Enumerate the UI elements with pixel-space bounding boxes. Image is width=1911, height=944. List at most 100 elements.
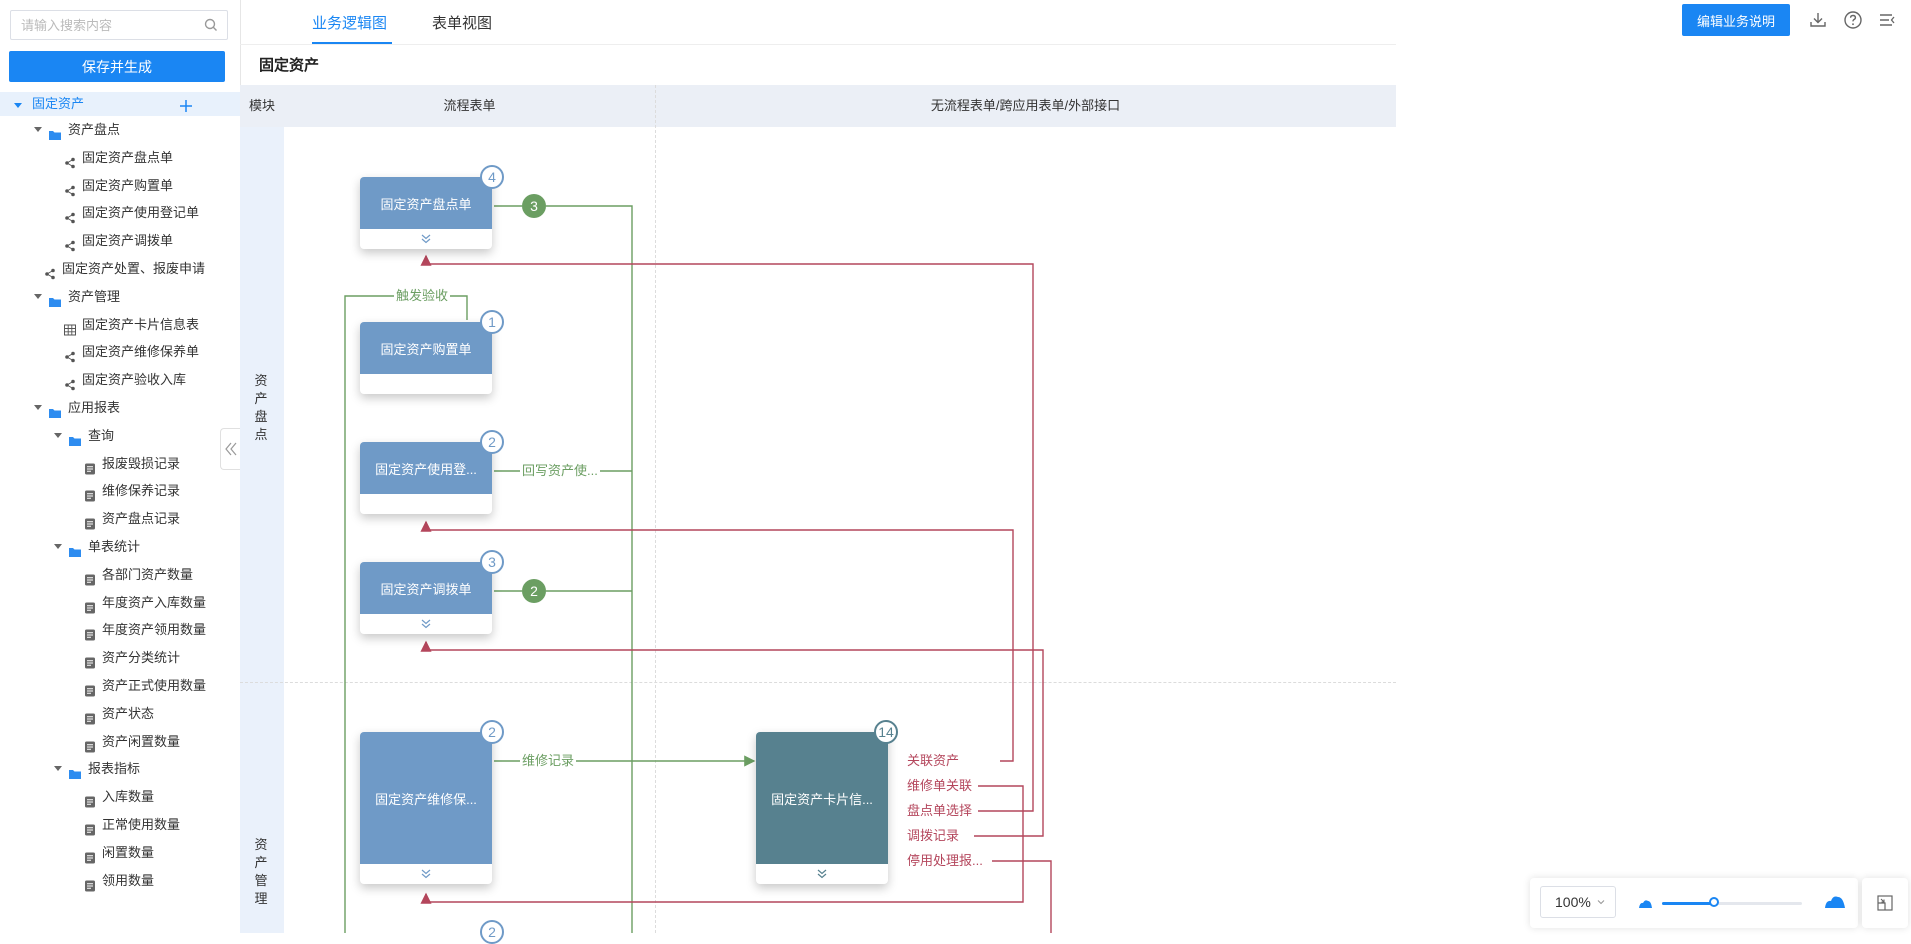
collapse-sidebar-button[interactable] [220,428,241,470]
tree-item[interactable]: 固定资产盘点单 [0,144,240,172]
zoom-slider[interactable] [1662,897,1802,907]
card-transfer-form[interactable]: 固定资产调拨单 [360,562,492,634]
tree-item[interactable]: 资产正式使用数量 [0,672,240,700]
zoom-control: 100% [1530,878,1858,928]
caret-down-icon[interactable] [54,543,62,549]
card-badge: 2 [480,920,504,944]
expand-chevron-icon[interactable] [816,868,828,880]
panel-menu-icon[interactable] [1877,10,1897,30]
search-box[interactable] [10,10,228,40]
tree-item[interactable]: 固定资产验收入库 [0,366,240,394]
lane-label-management: 资产管理 [254,837,268,906]
expand-chevron-icon[interactable] [420,233,432,245]
card-badge: 4 [480,165,504,189]
zoom-out-icon[interactable] [1638,896,1654,910]
tree-item[interactable]: 固定资产购置单 [0,172,240,200]
caret-down-icon[interactable] [14,103,22,108]
minimap-toggle[interactable] [1862,878,1908,928]
column-header-other-forms: 无流程表单/跨应用表单/外部接口 [655,85,1396,127]
tab-logic-diagram[interactable]: 业务逻辑图 [312,12,387,33]
tree-item[interactable]: 报废毁损记录 [0,450,240,478]
tree-item[interactable]: 各部门资产数量 [0,561,240,589]
tree-item-label: 资产状态 [102,705,155,721]
save-generate-button[interactable]: 保存并生成 [9,51,225,82]
tree-item-label: 固定资产卡片信息表 [82,316,200,332]
tab-form-view[interactable]: 表单视图 [432,12,492,33]
tree-item-label: 资产盘点记录 [102,511,181,527]
tree-item[interactable]: 应用报表 [0,394,240,422]
trigger-label-acceptance[interactable]: 触发验收 [394,288,451,304]
relation-label[interactable]: 调拨记录 [905,828,962,844]
tree-item[interactable]: 维修保养记录 [0,477,240,505]
tree-item-label: 查询 [88,427,115,443]
tree-item[interactable]: 资产管理 [0,283,240,311]
add-icon[interactable] [178,98,194,114]
tree-item[interactable]: 资产闲置数量 [0,728,240,756]
tree-item[interactable]: 固定资产使用登记单 [0,199,240,227]
tree-item[interactable]: 查询 [0,422,240,450]
tree-item[interactable]: 年度资产入库数量 [0,589,240,617]
tree-item[interactable]: 固定资产调拨单 [0,227,240,255]
tree-item[interactable]: 固定资产维修保养单 [0,338,240,366]
double-chevron-left-icon [225,442,237,456]
help-icon[interactable] [1843,10,1863,30]
tree-item[interactable]: 入库数量 [0,783,240,811]
tree-item[interactable]: 固定资产卡片信息表 [0,311,240,339]
caret-down-icon[interactable] [34,293,42,299]
download-icon[interactable] [1808,10,1828,30]
lane-label-column [240,127,284,933]
tree-item[interactable]: 固定资产处置、报废申请 [0,255,240,283]
tree-item-label: 报废毁损记录 [102,455,181,471]
expand-chevron-icon[interactable] [420,618,432,630]
relation-label[interactable]: 维修单关联 [905,778,975,794]
tree-item-label: 单表统计 [88,538,141,554]
page-title: 固定资产 [259,57,320,74]
caret-down-icon[interactable] [34,127,42,132]
expand-chevron-icon[interactable] [420,868,432,880]
tree-item[interactable]: 闲置数量 [0,839,240,867]
card-usage-register-form[interactable]: 固定资产使用登... [360,442,492,514]
trigger-count-badge: 2 [522,579,546,603]
tree-item-label: 闲置数量 [102,844,155,860]
card-maintenance-form[interactable]: 固定资产维修保... [360,732,492,884]
tree-item[interactable]: 单表统计 [0,533,240,561]
tree-item[interactable]: 正常使用数量 [0,811,240,839]
tree-item-label: 固定资产盘点单 [82,149,174,165]
tree-item[interactable]: 领用数量 [0,867,240,895]
relation-label[interactable]: 停用处理报... [905,853,985,869]
caret-down-icon[interactable] [54,432,62,438]
search-input[interactable] [11,11,211,39]
card-badge: 1 [480,310,504,334]
tree-item[interactable]: 资产状态 [0,700,240,728]
caret-down-icon[interactable] [54,766,62,772]
search-icon[interactable] [203,17,219,33]
edit-business-description-button[interactable]: 编辑业务说明 [1682,4,1790,36]
tree-item[interactable]: 年度资产领用数量 [0,616,240,644]
tree-item-label: 固定资产处置、报废申请 [62,260,206,276]
zoom-in-icon[interactable] [1824,892,1846,910]
caret-down-icon[interactable] [34,404,42,410]
tree-item-label: 固定资产购置单 [82,177,174,193]
trigger-label-maintenance-record[interactable]: 维修记录 [520,753,577,769]
zoom-level-select[interactable]: 100% [1540,886,1616,918]
card-inventory-form[interactable]: 固定资产盘点单 [360,177,492,249]
relation-label[interactable]: 盘点单选择 [905,803,975,819]
tree-item-label: 固定资产验收入库 [82,372,187,388]
tree-item[interactable]: 报表指标 [0,755,240,783]
relation-label[interactable]: 关联资产 [905,753,962,769]
tree-item[interactable]: 资产盘点记录 [0,505,240,533]
minimap-icon [1877,895,1893,911]
tree-item[interactable]: 资产盘点 [0,116,240,144]
zoom-slider-handle[interactable] [1708,897,1719,907]
chevron-down-icon [1597,900,1605,905]
tree-item[interactable]: 固定资产 [0,92,240,116]
tree-item[interactable]: 资产分类统计 [0,644,240,672]
tree-item-label: 资产闲置数量 [102,733,181,749]
card-asset-info-table[interactable]: 固定资产卡片信... [756,732,888,884]
column-divider [655,85,656,933]
column-header-module: 模块 [240,85,284,127]
card-purchase-form[interactable]: 固定资产购置单 [360,322,492,394]
tree-item-label: 应用报表 [68,399,121,415]
tree-item-label: 固定资产 [32,96,85,111]
trigger-label-writeback[interactable]: 回写资产使... [520,463,600,479]
